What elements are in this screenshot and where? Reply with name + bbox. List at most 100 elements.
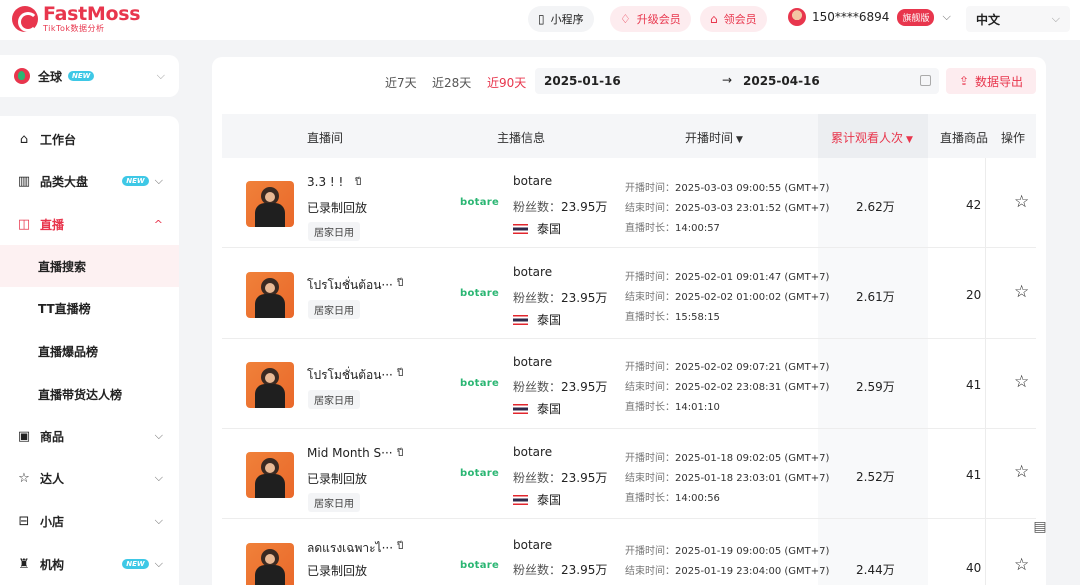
language-select[interactable]: 中文 ⌵ (966, 6, 1070, 32)
start-time: 开播时间：2025-01-18 09:02:05 (GMT+7) (625, 453, 830, 464)
total-views: 2.52万 (856, 470, 895, 484)
caret-down-icon: ▼ (736, 135, 743, 145)
live-thumbnail[interactable] (246, 362, 294, 408)
total-views: 2.59万 (856, 380, 895, 394)
replay-status: 已录制回放 (307, 472, 368, 486)
thailand-flag-icon (513, 403, 528, 414)
brand-logo: botare (460, 197, 500, 208)
end-date: 2025-04-16 (743, 74, 820, 88)
sidebar-sub-live-hot-products[interactable]: 直播爆品榜 (0, 330, 179, 372)
home-icon: ⌂ (19, 131, 29, 147)
product-count: 40 (966, 561, 982, 575)
table-row[interactable]: Mid Month S··· ปี 已录制回放 居家日用 botare bota… (222, 429, 1036, 519)
host-name[interactable]: botare (513, 174, 552, 188)
range-90d[interactable]: 近90天 (487, 74, 526, 91)
product-count: 41 (966, 378, 982, 392)
table-row[interactable]: โปรโมชั่นต้อน··· ปี 居家日用 botare botare 粉… (222, 249, 1036, 339)
chevron-down-icon: ⌵ (154, 429, 163, 442)
category-tag: 居家日用 (308, 300, 360, 319)
product-count: 42 (966, 198, 982, 212)
live-thumbnail[interactable] (246, 272, 294, 318)
mini-program-button[interactable]: ▯ 小程序 (528, 6, 594, 32)
sidebar-sub-live-creators[interactable]: 直播带货达人榜 (0, 373, 179, 415)
export-button[interactable]: ⇪ 数据导出 (946, 68, 1036, 94)
notes-icon[interactable]: ▤ (1030, 519, 1050, 541)
live-title[interactable]: โปรโมชั่นต้อน··· (307, 276, 393, 295)
live-thumbnail[interactable] (246, 452, 294, 498)
country: 泰国 (513, 311, 561, 328)
duration: 直播时长：14:00:56 (625, 493, 720, 504)
user-menu[interactable]: 150****6894 旗舰版 ⌵ (788, 8, 951, 26)
sidebar-item-workbench[interactable]: ⌂ 工作台 (0, 118, 179, 160)
range-7d[interactable]: 近7天 (385, 74, 417, 91)
chevron-down-icon: ⌵ (154, 514, 163, 527)
live-thumbnail[interactable] (246, 543, 294, 585)
upgrade-vip-button[interactable]: ♢ 升级会员 (610, 6, 691, 32)
live-title[interactable]: โปรโมชั่นต้อน··· (307, 366, 393, 385)
new-badge: NEW (68, 71, 95, 81)
globe-icon (14, 68, 30, 84)
chevron-down-icon: ⌵ (154, 557, 163, 570)
export-icon: ⇪ (958, 74, 970, 88)
fastmoss-logo-icon (12, 6, 38, 32)
duration: 直播时长：15:58:15 (625, 312, 720, 323)
thai-mark-icon: ปี (397, 368, 404, 379)
sidebar-sub-live-search[interactable]: 直播搜索 (0, 245, 179, 287)
table-row[interactable]: โปรโมชั่นต้อน··· ปี 居家日用 botare botare 粉… (222, 339, 1036, 429)
live-title[interactable]: 3.3 ! ! (307, 175, 343, 189)
logo[interactable]: FastMoss TikTok数据分析 (12, 3, 141, 34)
end-time: 结束时间：2025-02-02 01:00:02 (GMT+7) (625, 292, 830, 303)
start-date: 2025-01-16 (544, 74, 621, 88)
start-time: 开播时间：2025-02-01 09:01:47 (GMT+7) (625, 272, 830, 283)
sidebar-item-creators[interactable]: ☆ 达人 ⌵ (0, 457, 179, 499)
range-28d[interactable]: 近28天 (432, 74, 471, 91)
org-icon: ♜ (18, 556, 30, 572)
host-name[interactable]: botare (513, 355, 552, 369)
star-person-icon: ☆ (18, 470, 30, 486)
thailand-flag-icon (513, 494, 528, 505)
end-time: 结束时间：2025-02-02 23:08:31 (GMT+7) (625, 382, 830, 393)
thai-mark-icon: ปี (397, 448, 404, 459)
thai-mark-icon: ปี (397, 278, 404, 289)
col-live-products[interactable]: 直播商品 (940, 129, 988, 146)
category-tag: 居家日用 (308, 390, 360, 409)
sidebar-item-products[interactable]: ▣ 商品 ⌵ (0, 415, 179, 457)
host-name[interactable]: botare (513, 265, 552, 279)
chevron-down-icon: ⌵ (1051, 12, 1060, 25)
sidebar-item-shops[interactable]: ⊟ 小店 ⌵ (0, 500, 179, 542)
host-name[interactable]: botare (513, 538, 552, 552)
brand-logo: botare (460, 378, 500, 389)
sidebar-sub-tt-live-rank[interactable]: TT直播榜 (0, 287, 179, 329)
sidebar-item-category[interactable]: ▥ 品类大盘 NEW ⌵ (0, 160, 179, 202)
col-total-views[interactable]: 累计观看人次 ▼ (831, 129, 913, 146)
favorite-star-icon[interactable]: ☆ (1014, 192, 1029, 212)
arrow-right-icon: → (722, 73, 733, 87)
brand-name: FastMoss (43, 3, 141, 25)
live-title[interactable]: ลดแรงเฉพาะไ··· (307, 539, 393, 558)
live-thumbnail[interactable] (246, 181, 294, 227)
date-range-picker[interactable]: 2025-01-16 → 2025-04-16 (535, 68, 939, 94)
fans-count: 粉丝数：23.95万 (513, 471, 608, 485)
country: 泰国 (513, 220, 561, 237)
get-vip-button[interactable]: ⌂ 领会员 (700, 6, 767, 32)
total-views: 2.62万 (856, 200, 895, 214)
chevron-down-icon: ⌵ (154, 471, 163, 484)
favorite-star-icon[interactable]: ☆ (1014, 282, 1029, 302)
col-start-time[interactable]: 开播时间 ▼ (685, 129, 743, 146)
sidebar-item-live[interactable]: ◫ 直播 ^ (0, 203, 179, 245)
favorite-star-icon[interactable]: ☆ (1014, 555, 1029, 575)
fans-count: 粉丝数：23.95万 (513, 200, 608, 214)
live-title[interactable]: Mid Month S··· (307, 446, 393, 460)
favorite-star-icon[interactable]: ☆ (1014, 462, 1029, 482)
caret-down-icon: ▼ (906, 135, 913, 145)
table-row[interactable]: ลดแรงเฉพาะไ··· ปี 已录制回放 botare botare 粉丝… (222, 520, 1036, 585)
region-select[interactable]: 全球 NEW ⌵ (0, 55, 179, 97)
favorite-star-icon[interactable]: ☆ (1014, 372, 1029, 392)
diamond-icon: ♢ (620, 12, 631, 26)
user-phone: 150****6894 (812, 10, 890, 24)
host-name[interactable]: botare (513, 445, 552, 459)
table-row[interactable]: 3.3 ! ! ปี 已录制回放 居家日用 botare botare 粉丝数：… (222, 158, 1036, 248)
start-time: 开播时间：2025-01-19 09:00:05 (GMT+7) (625, 546, 830, 557)
sidebar-item-orgs[interactable]: ♜ 机构 NEW ⌵ (0, 543, 179, 585)
sidebar: ⌂ 工作台 ▥ 品类大盘 NEW ⌵ ◫ 直播 ^ 直播搜索 TT直播榜 直播爆… (0, 116, 179, 585)
